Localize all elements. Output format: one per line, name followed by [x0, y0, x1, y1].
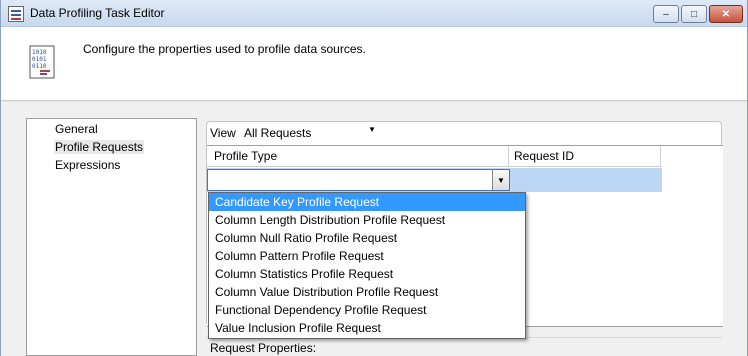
- profile-type-combo[interactable]: ▼: [207, 169, 510, 191]
- nav-item-profile-requests[interactable]: Profile Requests: [54, 140, 145, 154]
- app-icon: [8, 6, 24, 22]
- column-divider[interactable]: [508, 146, 509, 167]
- dropdown-option[interactable]: Functional Dependency Profile Request: [209, 301, 525, 319]
- column-header-request-id[interactable]: Request ID: [514, 149, 574, 163]
- nav-pane: General Profile Requests Expressions: [26, 118, 197, 356]
- svg-text:0101: 0101: [32, 56, 47, 63]
- svg-text:1010: 1010: [32, 49, 47, 56]
- data-profile-icon: 1010 0101 0110: [29, 45, 55, 79]
- dropdown-option[interactable]: Value Inclusion Profile Request: [209, 319, 525, 337]
- dropdown-option[interactable]: Column Length Distribution Profile Reque…: [209, 211, 525, 229]
- nav-item-expressions[interactable]: Expressions: [54, 158, 121, 172]
- request-properties-label: Request Properties:: [210, 341, 317, 355]
- view-label: View: [210, 126, 236, 140]
- minimize-button[interactable]: –: [653, 5, 679, 23]
- chevron-down-icon: ▼: [368, 125, 376, 134]
- table-row[interactable]: ▼: [207, 168, 662, 192]
- dropdown-option[interactable]: Column Statistics Profile Request: [209, 265, 525, 283]
- window-title: Data Profiling Task Editor: [30, 6, 165, 20]
- view-select-value: All Requests: [244, 126, 312, 140]
- title-bar: Data Profiling Task Editor – □ ✕: [1, 0, 747, 27]
- close-button[interactable]: ✕: [709, 5, 743, 23]
- column-header-profile-type[interactable]: Profile Type: [214, 149, 277, 163]
- dropdown-option[interactable]: Column Value Distribution Profile Reques…: [209, 283, 525, 301]
- view-select[interactable]: All Requests ▼: [241, 123, 379, 143]
- dropdown-option[interactable]: Candidate Key Profile Request: [209, 193, 525, 211]
- svg-text:0110: 0110: [32, 63, 47, 70]
- chevron-down-icon[interactable]: ▼: [492, 170, 509, 190]
- header-area: 1010 0101 0110 Configure the properties …: [1, 27, 747, 101]
- dropdown-option[interactable]: Column Pattern Profile Request: [209, 247, 525, 265]
- header-description: Configure the properties used to profile…: [83, 42, 366, 56]
- editor-window: Data Profiling Task Editor – □ ✕ 1010 01…: [0, 0, 748, 356]
- dropdown-option[interactable]: Column Null Ratio Profile Request: [209, 229, 525, 247]
- profile-type-dropdown: Candidate Key Profile Request Column Len…: [208, 192, 526, 339]
- column-divider[interactable]: [660, 146, 661, 167]
- maximize-button[interactable]: □: [681, 5, 707, 23]
- request-properties-bar: Request Properties:: [206, 337, 722, 356]
- nav-item-general[interactable]: General: [54, 122, 99, 136]
- grid-header: Profile Type Request ID: [207, 146, 662, 167]
